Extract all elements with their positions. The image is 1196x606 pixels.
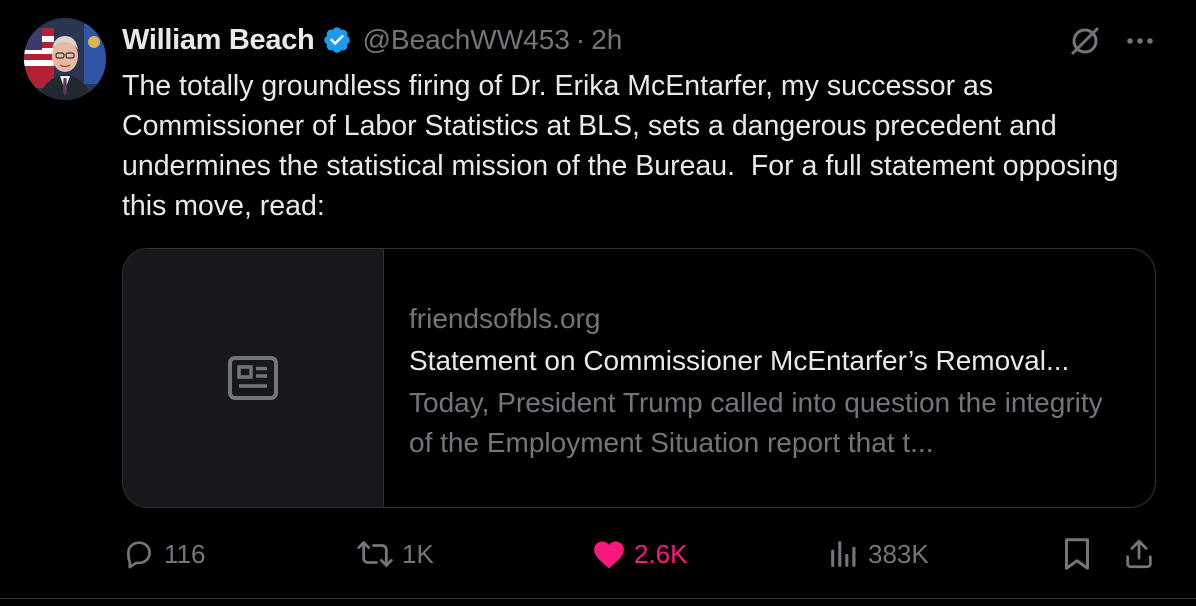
- views-count: 383K: [868, 538, 929, 569]
- like-button[interactable]: 2.6K: [592, 534, 688, 574]
- reply-button[interactable]: 116: [122, 534, 205, 574]
- author-name[interactable]: William Beach: [122, 24, 315, 57]
- repost-count: 1K: [402, 538, 434, 569]
- heart-icon: [594, 541, 624, 569]
- link-card-body[interactable]: friendsofbls.org Statement on Commission…: [384, 249, 1155, 507]
- tweet-header: William Beach @BeachWW453 · 2h: [122, 20, 622, 60]
- link-card[interactable]: friendsofbls.org Statement on Commission…: [122, 248, 1156, 508]
- link-card-domain: friendsofbls.org: [409, 303, 601, 334]
- repost-button[interactable]: 1K: [356, 534, 434, 574]
- avatar[interactable]: [24, 18, 106, 100]
- bottom-divider: [0, 598, 1196, 599]
- share-icon: [1126, 539, 1152, 569]
- reply-icon: [127, 541, 151, 569]
- bookmark-icon: [1065, 538, 1089, 570]
- link-card-thumbnail[interactable]: [123, 249, 384, 507]
- author-handle[interactable]: @BeachWW453: [362, 24, 569, 56]
- avatar-image: [24, 18, 106, 100]
- grok-icon[interactable]: [1066, 22, 1104, 60]
- link-card-title: Statement on Commissioner McEntarfer’s R…: [409, 345, 1070, 376]
- reply-count: 116: [164, 538, 206, 569]
- share-button[interactable]: [1122, 534, 1156, 574]
- verified-badge-icon[interactable]: [322, 25, 352, 55]
- bookmark-button[interactable]: [1062, 534, 1092, 574]
- analytics-icon: [831, 541, 856, 567]
- like-count: 2.6K: [634, 538, 688, 569]
- article-icon: [228, 356, 278, 400]
- repost-icon: [357, 541, 393, 567]
- separator-dot: ·: [575, 24, 586, 55]
- more-options-icon[interactable]: [1122, 28, 1158, 54]
- timestamp[interactable]: 2h: [591, 24, 622, 56]
- link-card-description: Today, President Trump called into quest…: [409, 387, 1103, 458]
- views-button[interactable]: 383K: [828, 534, 929, 574]
- tweet-text: The totally groundless firing of Dr. Eri…: [122, 70, 1127, 222]
